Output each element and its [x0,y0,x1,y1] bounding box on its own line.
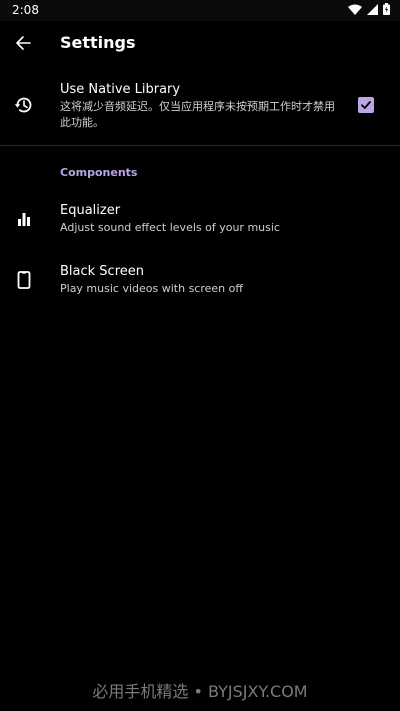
pref-use-native-library[interactable]: Use Native Library 这将减少音频延迟。仅当应用程序未按预期工作… [0,75,400,143]
history-icon [13,94,35,116]
pref-summary: Adjust sound effect levels of your music [60,221,280,234]
status-icons [348,3,390,15]
pref-black-screen[interactable]: Black Screen Play music videos with scre… [0,257,400,305]
wifi-icon [348,4,362,15]
back-button[interactable] [10,32,36,58]
page-title: Settings [60,33,136,52]
pref-summary: 这将减少音频延迟。仅当应用程序未按预期工作时才禁用此功能。 [60,100,335,129]
pref-equalizer[interactable]: Equalizer Adjust sound effect levels of … [0,196,400,244]
battery-icon [383,3,390,15]
phone-icon [13,269,35,291]
status-bar: 2:08 [0,0,400,21]
equalizer-icon [13,208,35,230]
check-icon [360,96,372,115]
pref-title: Use Native Library [60,82,181,97]
pref-title: Black Screen [60,264,144,279]
arrow-left-icon [15,35,31,55]
app-bar: Settings [0,21,400,67]
pref-title: Equalizer [60,203,121,218]
native-library-checkbox[interactable] [358,97,374,113]
section-header-components: Components [60,166,138,179]
signal-icon [367,3,378,15]
pref-summary: Play music videos with screen off [60,282,243,295]
divider [0,145,400,146]
watermark: 必用手机精选 • BYJSJXY.COM [92,682,308,701]
status-time: 2:08 [12,3,39,17]
